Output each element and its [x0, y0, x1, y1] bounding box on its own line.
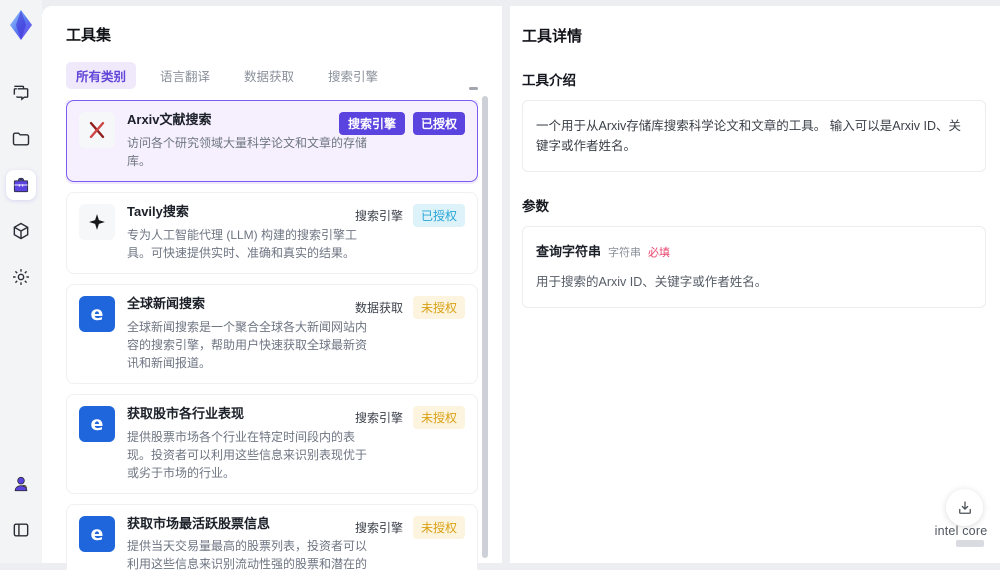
sidebar-item-files[interactable]	[6, 124, 36, 154]
tool-description: 全球新闻搜索是一个聚合全球各大新闻网站内容的搜索引擎，帮助用户快速获取全球最新资…	[127, 319, 368, 370]
category-tab[interactable]: 搜索引擎	[318, 62, 388, 89]
toolbox-icon	[13, 177, 29, 193]
tool-category-tag: 搜索引擎	[338, 112, 405, 135]
tool-category-tag: 搜索引擎	[354, 208, 403, 223]
list-scrollbar[interactable]	[482, 96, 488, 558]
tool-tags: 搜索引擎 已授权	[338, 112, 465, 135]
tool-name: 获取市场最活跃股票信息	[127, 515, 271, 531]
tool-name: 获取股市各行业表现	[127, 405, 245, 421]
download-button[interactable]	[946, 489, 983, 526]
sidebar-item-chat[interactable]	[6, 78, 36, 108]
tool-card[interactable]: e 全球新闻搜索 全球新闻搜索是一个聚合全球各大新闻网站内容的搜索引擎，帮助用户…	[66, 283, 478, 384]
param-description: 用于搜索的Arxiv ID、关键字或作者姓名。	[536, 274, 768, 289]
tool-name: Tavily搜索	[127, 203, 189, 219]
tool-category-tag: 数据获取	[354, 300, 403, 315]
tool-auth-badge: 已授权	[412, 112, 465, 135]
chat-icon	[13, 85, 29, 101]
arxiv-tool-icon	[79, 112, 115, 148]
tool-tags: 数据获取 未授权	[353, 295, 465, 319]
tool-tags: 搜索引擎 未授权	[353, 515, 465, 539]
sparkle-tool-icon	[79, 203, 115, 240]
tool-auth-badge: 未授权	[412, 405, 465, 429]
tool-card[interactable]: e 获取市场最活跃股票信息 提供当天交易量最高的股票列表，投资者可以利用这些信息…	[66, 503, 478, 570]
sidebar-item-tools[interactable]	[6, 170, 36, 200]
tools-panel: 工具集 所有类别 语言翻译 数据获取 搜索引擎 Arxiv文献搜索 访问各个研究领域大…	[42, 6, 502, 570]
tool-category-tag: 搜索引擎	[354, 520, 403, 535]
param-box: 查询字符串 字符串 必填 用于搜索的Arxiv ID、关键字或作者姓名。	[522, 226, 986, 308]
tool-tags: 搜索引擎 未授权	[353, 405, 465, 429]
tool-auth-badge: 已授权	[412, 203, 465, 227]
category-tab[interactable]: 数据获取	[234, 62, 304, 89]
tool-tags: 搜索引擎 已授权	[353, 203, 465, 227]
category-tab[interactable]: 语言翻译	[150, 62, 220, 89]
intel-core-logo-text: intel core	[934, 524, 988, 538]
tool-description: 提供股票市场各个行业在特定时间段内的表现。投资者可以利用这些信息来识别表现优于或…	[127, 429, 368, 480]
sidebar-item-account[interactable]	[6, 469, 36, 499]
intro-text: 一个用于从Arxiv存储库搜索科学论文和文章的工具。 输入可以是Arxiv ID…	[536, 119, 962, 153]
panel-icon	[13, 523, 29, 537]
param-name: 查询字符串	[536, 244, 602, 259]
detail-panel: 工具详情 工具介绍 一个用于从Arxiv存储库搜索科学论文和文章的工具。 输入可…	[510, 6, 1000, 563]
blue-e-tool-icon: e	[79, 295, 115, 332]
category-tabs: 所有类别 语言翻译 数据获取 搜索引擎	[66, 62, 502, 89]
param-type: 字符串	[608, 247, 642, 259]
page-title: 工具集	[66, 27, 112, 44]
tool-auth-badge: 未授权	[412, 515, 465, 539]
tool-description: 访问各个研究领域大量科学论文和文章的存储库。	[127, 135, 368, 168]
intro-heading: 工具介绍	[522, 73, 576, 88]
tool-auth-badge: 未授权	[412, 295, 465, 319]
user-icon	[14, 476, 28, 492]
tool-description: 提供当天交易量最高的股票列表，投资者可以利用这些信息来识别流动性强的股票和潜在的…	[127, 539, 368, 570]
tool-list: Arxiv文献搜索 访问各个研究领域大量科学论文和文章的存储库。 搜索引擎 已授…	[66, 100, 478, 570]
download-icon	[958, 500, 971, 514]
blue-e-tool-icon: e	[79, 405, 115, 442]
package-icon	[13, 222, 29, 240]
sidebar-item-panel-toggle[interactable]	[6, 515, 36, 545]
tool-card[interactable]: Arxiv文献搜索 访问各个研究领域大量科学论文和文章的存储库。 搜索引擎 已授…	[66, 100, 478, 182]
tool-card[interactable]: Tavily搜索 专为人工智能代理 (LLM) 构建的搜索引擎工具。可快速提供实…	[66, 191, 478, 274]
scrollbar-top-cap	[469, 87, 478, 90]
param-required-badge: 必填	[648, 247, 671, 259]
tool-card[interactable]: e 获取股市各行业表现 提供股票市场各个行业在特定时间段内的表现。投资者可以利用…	[66, 393, 478, 494]
blue-e-tool-icon: e	[79, 515, 115, 552]
tool-name: 全球新闻搜索	[127, 295, 206, 311]
intro-box: 一个用于从Arxiv存储库搜索科学论文和文章的工具。 输入可以是Arxiv ID…	[522, 100, 986, 172]
settings-icon	[13, 269, 29, 285]
sidebar-item-packages[interactable]	[6, 216, 36, 246]
app-logo-icon	[5, 8, 37, 42]
sidebar-item-settings[interactable]	[6, 262, 36, 292]
detail-title: 工具详情	[522, 28, 583, 45]
intel-core-logo-badge	[956, 540, 984, 547]
tool-category-tag: 搜索引擎	[354, 410, 403, 425]
tool-description: 专为人工智能代理 (LLM) 构建的搜索引擎工具。可快速提供实时、准确和真实的结…	[127, 227, 358, 260]
params-heading: 参数	[522, 199, 549, 214]
intel-core-logo: intel core	[926, 524, 996, 547]
sidebar	[0, 0, 42, 563]
folder-icon	[12, 132, 30, 146]
category-tab[interactable]: 所有类别	[66, 62, 137, 89]
